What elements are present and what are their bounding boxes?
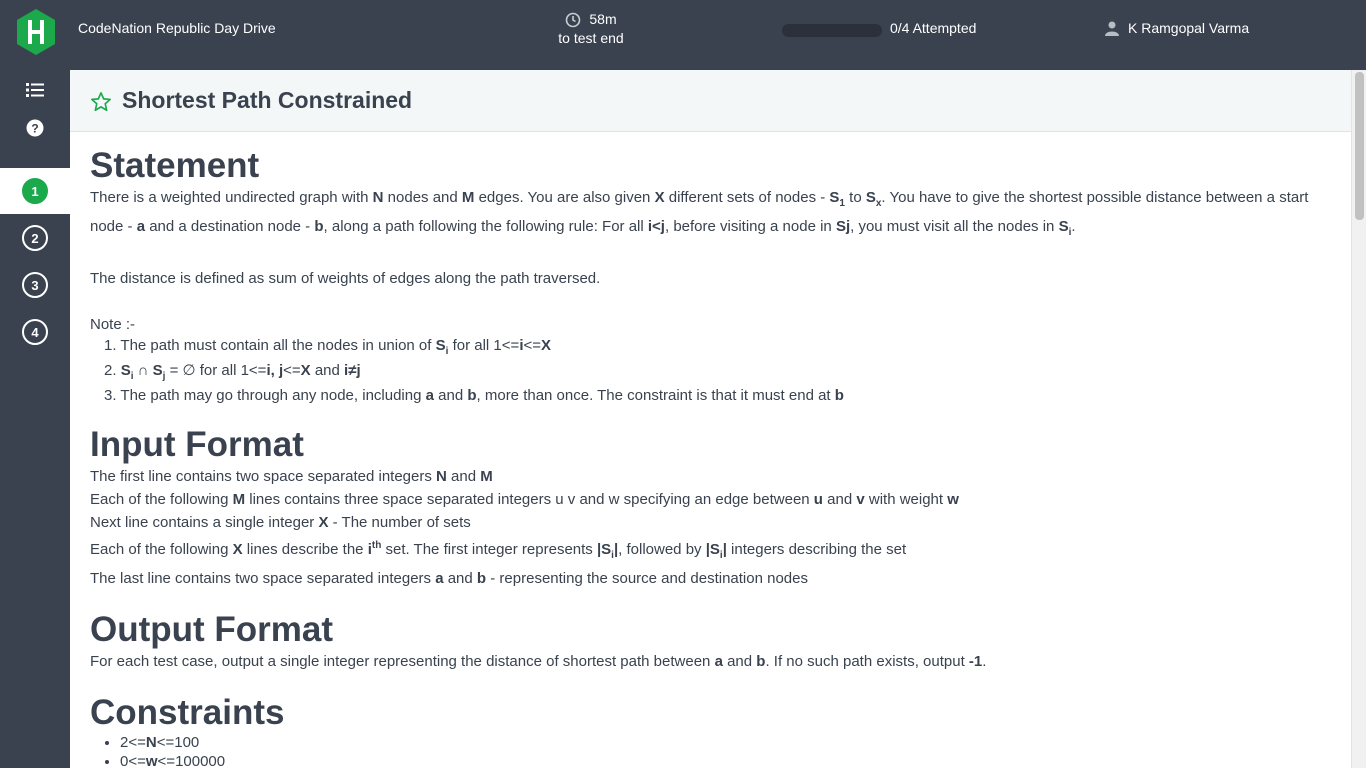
question-title: Shortest Path Constrained [122,87,413,113]
top-header: CodeNation Republic Day Drive 58m to tes… [0,0,1366,70]
list-item: 0<=w<=100000 [120,752,1331,768]
user-name: K Ramgopal Varma [1128,20,1250,36]
user-icon [1104,20,1120,36]
distance-text: The distance is defined as sum of weight… [90,270,601,287]
input-line-2: Each of the following M lines contains t… [90,491,959,508]
main-panel: Shortest Path Constrained Statement Ther… [70,70,1351,768]
user-menu[interactable]: K Ramgopal Varma [1104,20,1249,36]
constraints-heading: Constraints [90,693,285,732]
output-format-heading: Output Format [90,610,334,649]
list-item: 2. Si ∩ Sj = ∅ for all 1<=i, j<=X and i≠… [104,362,361,382]
constraints-list: 2<=N<=100 0<=w<=100000 [90,733,1331,768]
statement-heading: Statement [90,146,260,185]
sidebar: ? 1 2 3 4 [0,70,70,768]
question-nav-3[interactable]: 3 [0,262,70,308]
problem-content: Statement There is a weighted undirected… [70,132,1351,768]
timer: 58m to test end [540,10,642,48]
output-text: For each test case, output a single inte… [90,653,987,670]
statement-text: There is a weighted undirected graph wit… [90,189,1309,238]
input-line-3: Next line contains a single integer X - … [90,514,471,531]
question-nav-4[interactable]: 4 [0,309,70,355]
question-number: 3 [22,272,48,298]
attempted-count: 0/4 Attempted [890,20,977,36]
question-nav-1[interactable]: 1 [0,168,70,214]
attempt-progress-bar [782,24,882,37]
input-line-4: Each of the following X lines describe t… [90,540,907,561]
note-label: Note :- [90,316,136,333]
question-number: 1 [22,178,48,204]
question-nav-2[interactable]: 2 [0,215,70,261]
note-list: 1. The path must contain all the nodes i… [90,336,1331,405]
timer-value: 58m [589,11,617,27]
star-outline-icon[interactable] [90,91,112,113]
svg-text:?: ? [31,122,38,136]
contest-title: CodeNation Republic Day Drive [78,20,276,36]
input-format-heading: Input Format [90,425,304,464]
scrollbar-thumb[interactable] [1355,72,1364,220]
list-item: 2<=N<=100 [120,733,1331,752]
logo-icon[interactable] [15,8,57,56]
clock-icon [565,12,581,28]
question-number: 2 [22,225,48,251]
list-icon[interactable] [25,80,45,100]
list-item: 1. The path must contain all the nodes i… [104,337,552,357]
timer-label: to test end [558,30,624,46]
question-title-bar: Shortest Path Constrained [70,70,1351,132]
input-line-5: The last line contains two space separat… [90,570,808,587]
list-item: 3. The path may go through any node, inc… [104,387,844,404]
help-icon[interactable]: ? [25,118,45,138]
input-line-1: The first line contains two space separa… [90,468,493,485]
vertical-scrollbar[interactable] [1351,70,1366,768]
question-number: 4 [22,319,48,345]
